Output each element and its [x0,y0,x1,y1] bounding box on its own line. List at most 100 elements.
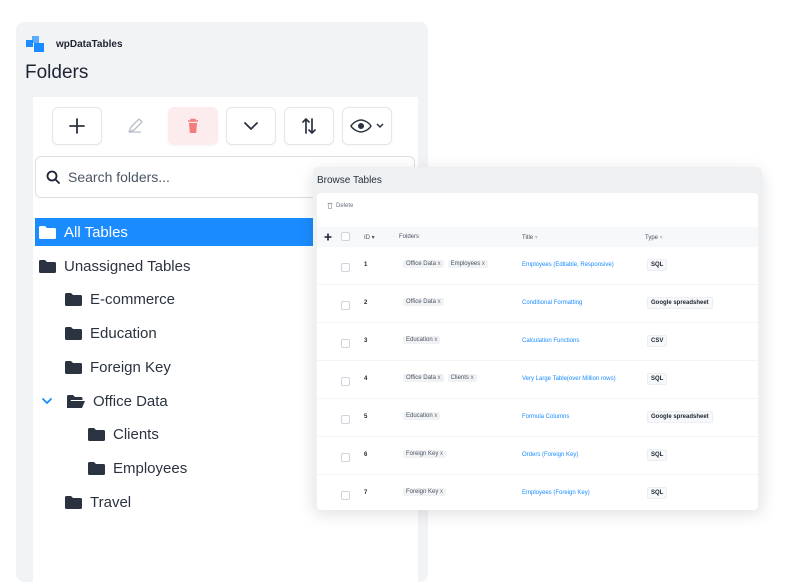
folder-tag[interactable]: Office Data x [403,374,444,382]
remove-tag-icon[interactable]: x [433,413,437,419]
folder-tag[interactable]: Foreign Key x [403,450,447,458]
cell-type-badge: Google spreadsheet [647,411,713,423]
tree-item-employees[interactable]: Employees [88,454,187,482]
folder-icon [39,259,56,273]
row-checkbox[interactable] [341,415,350,424]
table-row[interactable]: 1 Office Data x Employees x Employees (Edit… [317,247,758,285]
cell-folders: Office Data x Clients x [403,374,481,382]
tree-item-ecommerce[interactable]: E-commerce [65,285,175,313]
rename-folder-button[interactable] [110,107,160,145]
table-row[interactable]: 3 Education x Calculation Functions CSV [317,323,758,361]
cell-title-link[interactable]: Very Large Table(over Million rows) [522,376,616,382]
tree-item-foreign-key[interactable]: Foreign Key [65,353,171,381]
remove-tag-icon[interactable]: x [433,337,437,343]
header-folders[interactable]: Folders [399,234,419,240]
row-checkbox[interactable] [341,339,350,348]
sort-button[interactable] [284,107,334,145]
tree-item-education[interactable]: Education [65,319,157,347]
brand: wpDataTables [26,36,123,52]
collapse-button[interactable] [226,107,276,145]
tree-item-travel[interactable]: Travel [65,488,131,516]
folder-tag-label: Education [406,337,433,343]
chevron-down-icon[interactable] [41,395,53,407]
trash-icon [327,202,333,209]
sort-desc-icon: ▾ [371,235,375,241]
eye-icon [349,119,372,133]
remove-tag-icon[interactable]: x [438,451,443,457]
tree-item-label: Clients [113,425,159,443]
folder-tag-label: Office Data [406,299,436,305]
folder-tag[interactable]: Office Data x [403,260,444,268]
pencil-icon [128,118,143,133]
remove-tag-icon[interactable]: x [438,489,443,495]
wpdatatables-logo-icon [26,36,48,52]
chevron-down-icon [244,122,258,130]
cell-folders: Education x [403,412,444,420]
cell-id: 4 [364,376,368,382]
remove-tag-icon[interactable]: x [436,261,441,267]
tree-item-clients[interactable]: Clients [88,420,159,448]
delete-button[interactable]: Delete [327,202,353,209]
cell-title-link[interactable]: Calculation Functions [522,338,579,344]
table-row[interactable]: 4 Office Data x Clients x Very Large Table(… [317,361,758,399]
cell-type-badge: SQL [647,487,668,499]
browse-tables-card: Delete ID ▾ Folders Title ▾ Type ▾ 1 Offi… [317,193,758,510]
table-row[interactable]: 5 Education x Formula Columns Google spread… [317,399,758,437]
cell-type-badge: SQL [647,449,668,461]
header-type[interactable]: Type ▾ [645,234,663,241]
folder-tag[interactable]: Education x [403,412,441,420]
select-all-checkbox[interactable] [341,232,350,241]
tree-item-all-tables[interactable]: All Tables [35,218,335,246]
tree-item-label: Travel [90,493,132,511]
folder-tag[interactable]: Education x [403,336,441,344]
add-folder-button[interactable] [52,107,102,145]
table-row[interactable]: 7 Foreign Key x Employees (Foreign Key) SQL [317,475,758,510]
folder-tag[interactable]: Office Data x [403,298,444,306]
folder-icon [65,326,82,340]
tree-item-office-data[interactable]: Office Data [41,387,168,415]
search-icon [46,170,60,184]
header-id-label: ID [364,235,370,241]
row-checkbox[interactable] [341,491,350,500]
cell-title-link[interactable]: Employees (Editable, Responsive) [522,262,614,268]
header-title-label: Title [522,235,534,241]
cell-id: 5 [364,414,368,420]
row-checkbox[interactable] [341,453,350,462]
folder-toolbar [52,107,392,145]
cell-title-link[interactable]: Formula Columns [522,414,569,420]
cell-id: 3 [364,338,368,344]
folder-tag[interactable]: Foreign Key x [403,488,447,496]
folder-tag[interactable]: Employees x [447,260,488,268]
table-row[interactable]: 6 Foreign Key x Orders (Foreign Key) SQL [317,437,758,475]
cell-type-badge: Google spreadsheet [647,297,713,309]
delete-folder-button[interactable] [168,107,218,145]
remove-tag-icon[interactable]: x [436,299,441,305]
header-id[interactable]: ID ▾ [364,234,375,241]
header-title[interactable]: Title ▾ [522,234,538,241]
tree-item-unassigned[interactable]: Unassigned Tables [39,252,190,280]
remove-tag-icon[interactable]: x [480,261,485,267]
visibility-dropdown-button[interactable] [342,107,392,145]
trash-icon [188,118,198,133]
tree-item-label: Employees [113,459,188,477]
folder-icon [65,292,82,306]
folder-tag[interactable]: Clients x [447,374,477,382]
plus-icon[interactable] [324,233,332,241]
cell-title-link[interactable]: Conditional Formatting [522,300,582,306]
remove-tag-icon[interactable]: x [436,375,441,381]
table-row[interactable]: 2 Office Data x Conditional Formatting Goog… [317,285,758,323]
row-checkbox[interactable] [341,377,350,386]
cell-folders: Office Data x [403,298,448,306]
folder-tag-label: Education [406,413,433,419]
row-checkbox[interactable] [341,301,350,310]
tree-item-label: All Tables [64,223,128,241]
sort-icon [302,118,316,134]
cell-folders: Education x [403,336,444,344]
row-checkbox[interactable] [341,263,350,272]
remove-tag-icon[interactable]: x [469,375,474,381]
cell-id: 7 [364,490,368,496]
cell-title-link[interactable]: Orders (Foreign Key) [522,452,578,458]
folder-tag-label: Clients [450,375,469,381]
cell-title-link[interactable]: Employees (Foreign Key) [522,490,590,496]
cell-type-badge: SQL [647,373,668,385]
